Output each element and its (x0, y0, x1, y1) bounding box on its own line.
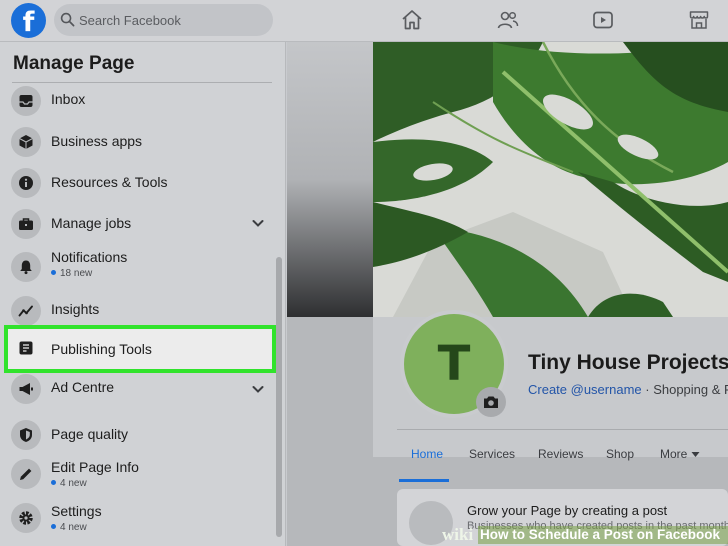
sidebar-item-label: Page quality (51, 426, 129, 442)
sidebar-item-notifications[interactable]: Notifications 18 new (6, 247, 272, 285)
gear-icon (11, 503, 41, 533)
tab-reviews[interactable]: Reviews (538, 447, 583, 461)
watermark-title: How to Schedule a Post on Facebook (480, 527, 721, 542)
friends-icon[interactable] (496, 8, 520, 32)
inbox-icon (11, 86, 41, 116)
pencil-icon (11, 459, 41, 489)
sidebar-scrollbar[interactable] (276, 257, 282, 537)
search-icon (60, 12, 75, 27)
sidebar-item-label: Manage jobs (51, 215, 132, 231)
page-main: T Tiny House Projects Create @username ·… (287, 42, 728, 546)
sidebar-item-label: Insights (51, 301, 100, 317)
facebook-logo[interactable]: f (11, 3, 46, 38)
publishing-icon (11, 333, 41, 363)
sidebar-item-page-quality[interactable]: Page quality (6, 417, 272, 455)
sidebar-item-label: Ad Centre (51, 379, 115, 395)
cube-icon (11, 127, 41, 157)
sidebar-item-publishing-tools[interactable]: Publishing Tools (6, 330, 272, 368)
search-box[interactable] (54, 4, 273, 36)
sidebar-item-label: Publishing Tools (51, 341, 152, 357)
sidebar-item-resources-tools[interactable]: Resources & Tools (6, 165, 272, 203)
tab-shop[interactable]: Shop (606, 447, 634, 461)
tab-home[interactable]: Home (411, 447, 443, 461)
sidebar-item-inbox[interactable]: Inbox (6, 83, 272, 121)
page-name: Tiny House Projects (528, 351, 728, 374)
unread-dot (51, 524, 56, 529)
unread-dot (51, 270, 56, 275)
cover-photo[interactable] (373, 42, 728, 317)
sidebar-item-business-apps[interactable]: Business apps (6, 124, 272, 162)
post-prompt-title: Grow your Page by creating a post (467, 503, 668, 518)
top-bar: f (0, 0, 728, 42)
monstera-leaf-image (373, 42, 728, 317)
sidebar-item-settings[interactable]: Settings 4 new (6, 501, 272, 539)
tabs-divider (397, 429, 728, 430)
watermark-brand: wiki (442, 525, 474, 544)
sidebar-title: Manage Page (13, 53, 135, 74)
tab-more[interactable]: More (660, 447, 700, 461)
sidebar-item-label: Edit Page Info (51, 459, 139, 475)
sidebar-item-manage-jobs[interactable]: Manage jobs (6, 206, 272, 244)
tab-services[interactable]: Services (469, 447, 515, 461)
watch-icon[interactable] (591, 8, 615, 32)
chevron-down-icon[interactable] (252, 384, 264, 394)
home-icon[interactable] (400, 8, 424, 32)
briefcase-icon (11, 209, 41, 239)
create-username-link[interactable]: Create @username (528, 382, 642, 397)
edit-info-count: 4 new (51, 478, 87, 489)
sidebar-item-label: Inbox (51, 91, 86, 107)
page-meta: Create @username · Shopping & Retail (528, 382, 728, 397)
wikihow-watermark: wiki How to Schedule a Post on Facebook (438, 523, 728, 546)
trend-icon (11, 296, 41, 326)
settings-count: 4 new (51, 522, 87, 533)
manage-page-sidebar: Manage Page Inbox Business apps Resource… (0, 42, 286, 546)
bell-icon (11, 252, 41, 282)
unread-dot (51, 480, 56, 485)
active-tab-indicator (399, 479, 449, 482)
caret-down-icon (691, 452, 700, 457)
cover-shadow (287, 42, 373, 317)
info-icon (11, 168, 41, 198)
sidebar-item-ad-centre[interactable]: Ad Centre (6, 374, 272, 412)
search-input[interactable] (79, 4, 269, 36)
chevron-down-icon[interactable] (252, 218, 264, 228)
marketplace-icon[interactable] (687, 8, 711, 32)
sidebar-item-label: Settings (51, 503, 102, 519)
sidebar-item-edit-page-info[interactable]: Edit Page Info 4 new (6, 457, 272, 495)
sidebar-item-label: Resources & Tools (51, 174, 168, 190)
megaphone-icon (11, 374, 41, 404)
camera-icon[interactable] (476, 387, 506, 417)
shield-icon (11, 420, 41, 450)
notification-count: 18 new (51, 268, 92, 279)
sidebar-item-label: Business apps (51, 133, 143, 149)
page-category: · Shopping & Retail (645, 382, 728, 397)
sidebar-item-label: Notifications (51, 249, 128, 265)
